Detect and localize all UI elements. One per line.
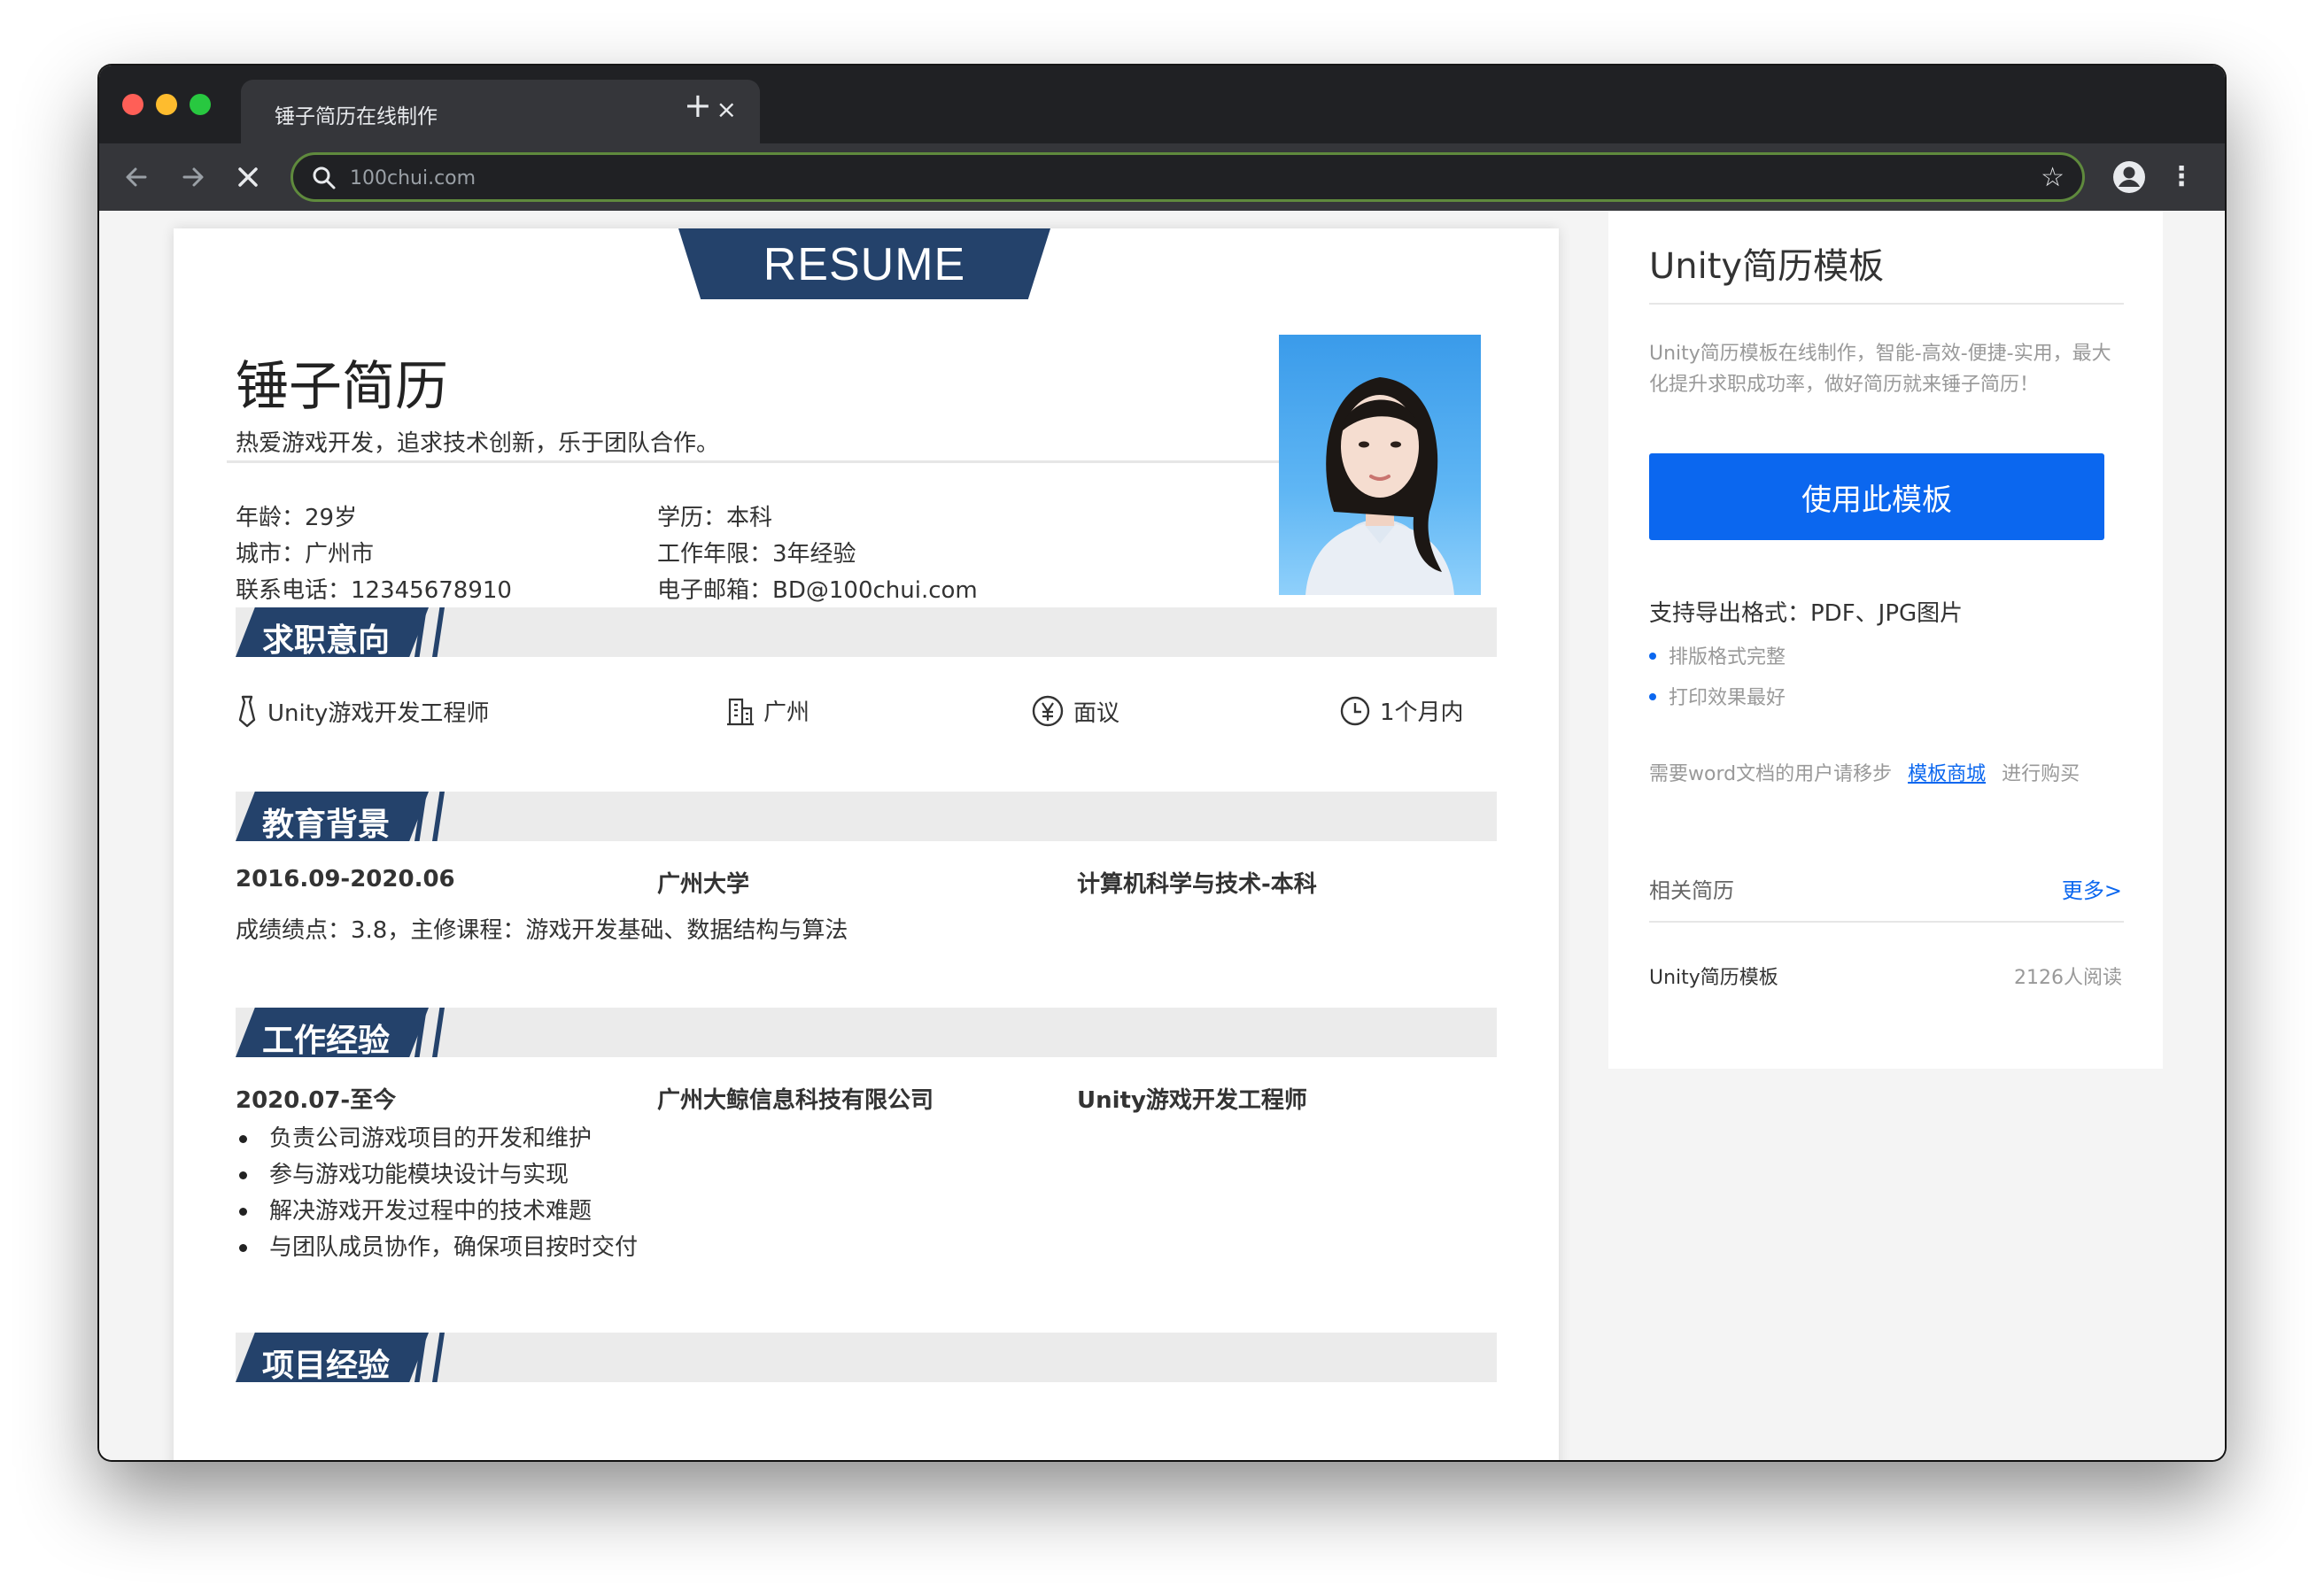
minimize-window-button[interactable] [156, 94, 177, 115]
info-experience-years: 工作年限：3年经验 [657, 541, 856, 568]
export-formats: 支持导出格式：PDF、JPG图片 [1649, 600, 1964, 627]
info-age: 年龄：29岁 [236, 505, 358, 531]
list-item: 负责公司游戏项目的开发和维护 [236, 1121, 638, 1157]
section-header-intent: 求职意向 [236, 607, 1497, 659]
list-item: 与团队成员协作，确保项目按时交付 [236, 1230, 638, 1266]
stop-loading-button[interactable] [230, 159, 266, 195]
section-title-education: 教育背景 [262, 807, 391, 843]
education-major: 计算机科学与技术-本科 [1077, 871, 1317, 898]
clock-icon [1340, 696, 1370, 725]
word-notice: 需要word文档的用户请移步 模板商城 进行购买 [1649, 758, 2080, 786]
info-education: 学历：本科 [657, 505, 773, 531]
template-sidebar: Unity简历模板 Unity简历模板在线制作，智能-高效-便捷-实用，最大化提… [1608, 211, 2163, 1069]
intent-arrival-text: 1个月内 [1380, 699, 1464, 726]
list-item: 参与游戏功能模块设计与实现 [236, 1157, 638, 1194]
info-phone: 联系电话：12345678910 [236, 577, 512, 604]
browser-tab[interactable]: 锤子简历在线制作 × [241, 80, 760, 143]
page-viewport: RESUME 锤子简历 热爱游戏开发，追求技术创新，乐于团队合作。 年龄：29岁… [99, 211, 2225, 1460]
tie-icon [238, 695, 256, 728]
yen-icon [1032, 695, 1064, 727]
forward-button[interactable] [175, 159, 211, 195]
intent-city: 广州 [726, 694, 810, 727]
intent-position: Unity游戏开发工程师 [236, 694, 489, 728]
profile-icon[interactable] [2111, 159, 2147, 195]
address-bar[interactable]: 100chui.com ☆ [290, 152, 2085, 202]
intent-arrival: 1个月内 [1339, 694, 1464, 727]
related-resumes-title: 相关简历 [1649, 878, 1734, 903]
back-button[interactable] [119, 159, 154, 195]
section-title-intent: 求职意向 [262, 622, 391, 659]
section-header-project: 项目经验 [236, 1333, 1497, 1384]
tab-strip: 锤子简历在线制作 × + [99, 66, 2225, 143]
section-title-work: 工作经验 [262, 1023, 391, 1059]
arrow-right-icon [182, 167, 204, 187]
feature-item: 打印效果最好 [1649, 682, 1786, 710]
work-duties-list: 负责公司游戏项目的开发和维护 参与游戏功能模块设计与实现 解决游戏开发过程中的技… [236, 1121, 638, 1266]
resume-name: 锤子简历 [236, 356, 448, 418]
resume-paper: RESUME 锤子简历 热爱游戏开发，追求技术创新，乐于团队合作。 年龄：29岁… [174, 228, 1559, 1460]
word-notice-suffix: 进行购买 [2002, 763, 2080, 785]
word-notice-prefix: 需要word文档的用户请移步 [1649, 763, 1893, 785]
work-company: 广州大鲸信息科技有限公司 [657, 1087, 934, 1114]
work-title: Unity游戏开发工程师 [1077, 1087, 1307, 1114]
tab-title: 锤子简历在线制作 [275, 105, 438, 128]
feature-item: 排版格式完整 [1649, 641, 1786, 669]
header-divider [227, 460, 1321, 463]
more-link[interactable]: 更多> [2062, 873, 2122, 904]
close-window-button[interactable] [122, 94, 143, 115]
education-school: 广州大学 [657, 871, 750, 898]
related-read-count: 2126人阅读 [2014, 967, 2122, 989]
section-title-project: 项目经验 [262, 1348, 391, 1384]
browser-toolbar: 100chui.com ☆ ⋮ [99, 143, 2225, 211]
bookmark-star-icon[interactable]: ☆ [2041, 162, 2064, 193]
sidebar-title: Unity简历模板 [1649, 246, 1885, 287]
education-detail: 成绩绩点：3.8，主修课程：游戏开发基础、数据结构与算法 [236, 917, 848, 944]
sidebar-divider [1649, 303, 2124, 305]
close-icon [238, 167, 258, 187]
resume-slogan: 热爱游戏开发，追求技术创新，乐于团队合作。 [236, 430, 720, 457]
info-city: 城市：广州市 [236, 541, 375, 568]
intent-position-text: Unity游戏开发工程师 [267, 699, 490, 727]
tab-close-button[interactable]: × [717, 96, 737, 124]
new-tab-button[interactable]: + [684, 89, 712, 122]
section-header-education: 教育背景 [236, 792, 1497, 843]
arrow-left-icon [126, 167, 147, 187]
browser-window: 锤子简历在线制作 × + 100chui.com ☆ ⋮ RESUME 锤子简历… [99, 66, 2225, 1460]
search-icon [313, 166, 336, 189]
intent-salary: 面议 [1031, 694, 1119, 728]
use-template-button[interactable]: 使用此模板 [1649, 453, 2104, 540]
info-email: 电子邮箱：BD@100chui.com [657, 577, 978, 604]
work-period: 2020.07-至今 [236, 1087, 397, 1114]
template-store-link[interactable]: 模板商城 [1908, 763, 1986, 785]
intent-salary-text: 面议 [1073, 699, 1120, 727]
sidebar-description: Unity简历模板在线制作，智能-高效-便捷-实用，最大化提升求职成功率，做好简… [1649, 343, 2111, 396]
maximize-window-button[interactable] [190, 94, 211, 115]
list-item: 解决游戏开发过程中的技术难题 [236, 1194, 638, 1230]
related-resume-link[interactable]: Unity简历模板 [1649, 962, 1778, 990]
education-period: 2016.09-2020.06 [236, 866, 455, 893]
building-icon [727, 698, 754, 725]
profile-photo [1279, 335, 1481, 595]
url-text[interactable]: 100chui.com [350, 167, 476, 189]
section-header-work: 工作经验 [236, 1008, 1497, 1059]
intent-city-text: 广州 [763, 699, 810, 726]
resume-banner: RESUME [678, 228, 1050, 299]
related-divider [1649, 921, 2124, 923]
menu-icon[interactable]: ⋮ [2168, 159, 2195, 195]
